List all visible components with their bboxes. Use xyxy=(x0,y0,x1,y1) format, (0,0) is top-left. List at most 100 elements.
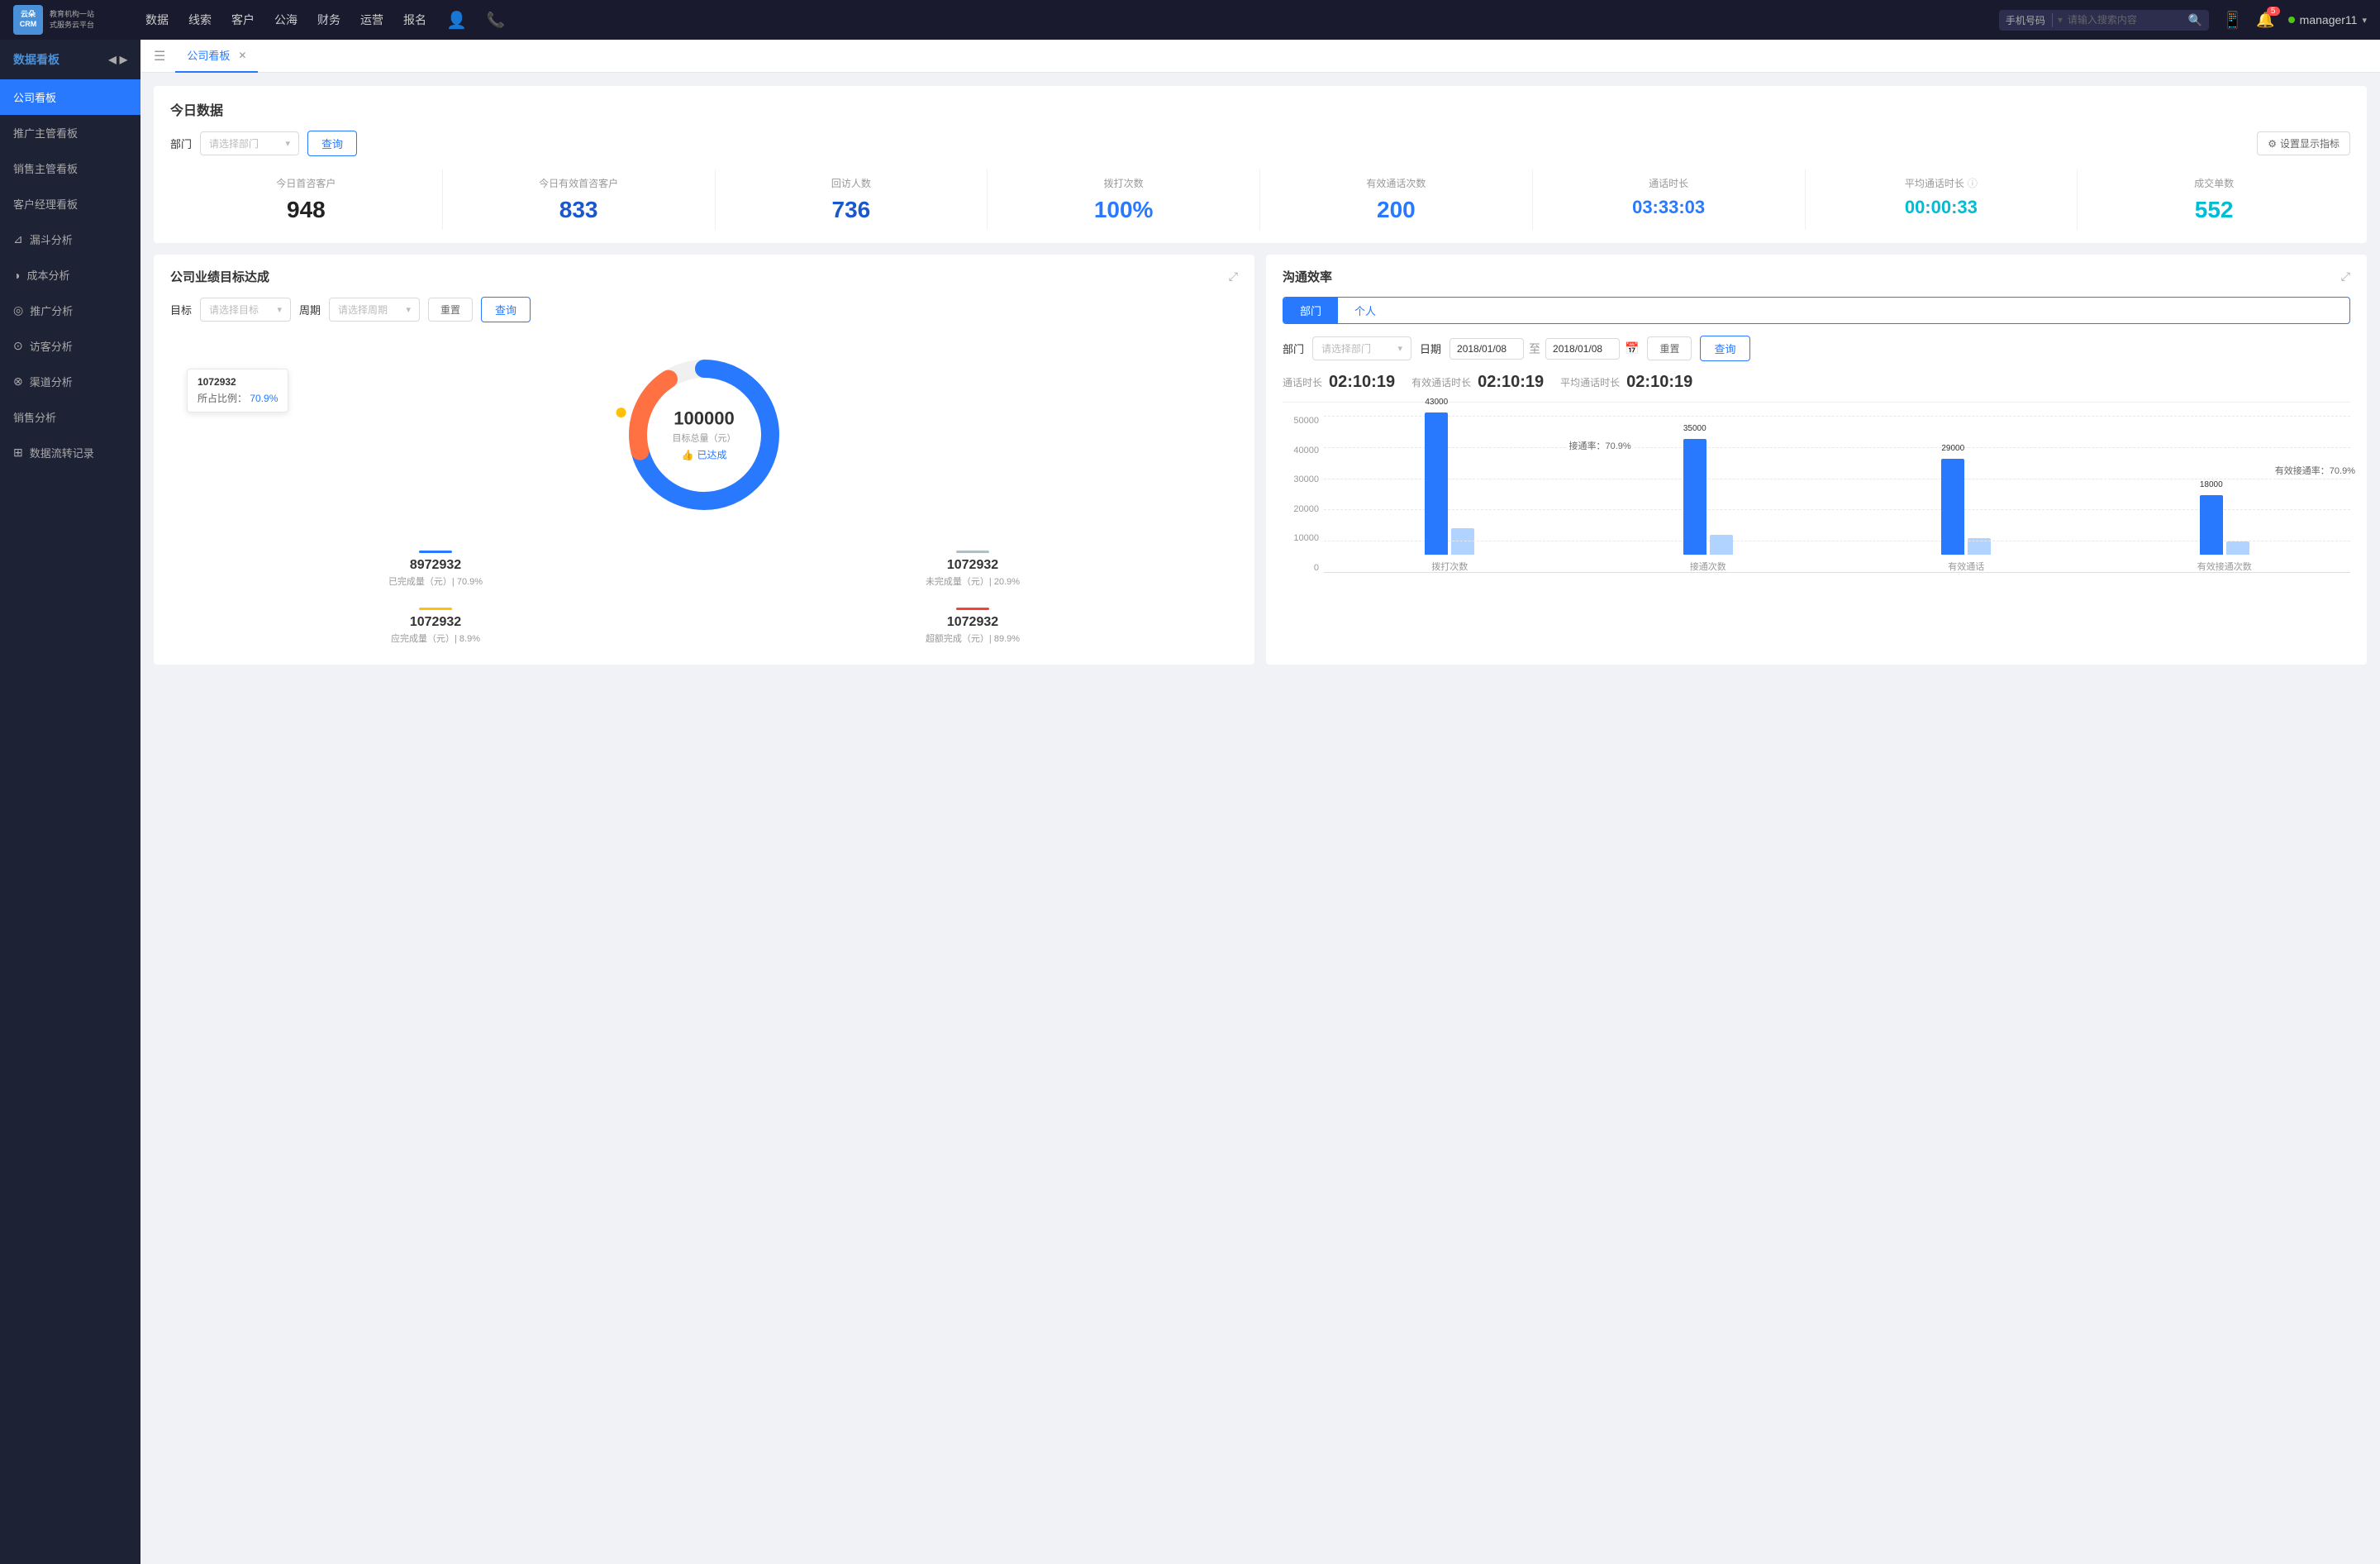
hamburger-icon[interactable]: ☰ xyxy=(154,48,165,64)
stat-label: 成交单数 xyxy=(2078,176,2350,190)
sidebar: 数据看板 ◀▶ 公司看板 推广主管看板 销售主管看板 客户经理看板 ⊿ 漏斗分析… xyxy=(0,40,140,1564)
goal-stat-exceeded: 1072932 超额完成（元）| 89.9% xyxy=(707,601,1238,651)
stat-effective-consult: 今日有效首咨客户 833 xyxy=(443,169,716,230)
y-axis: 50000 40000 30000 20000 10000 0 xyxy=(1283,416,1319,589)
sidebar-item-promotion-board[interactable]: 推广主管看板 xyxy=(0,115,140,150)
incomplete-value: 1072932 xyxy=(714,558,1231,573)
eff-query-button[interactable]: 查询 xyxy=(1700,336,1749,361)
efficiency-card: 沟通效率 ⤢ 部门 个人 部门 请选择部门 ▾ 日期 xyxy=(1266,255,2367,665)
nav-customers[interactable]: 客户 xyxy=(231,12,255,28)
bar-segment-light xyxy=(2226,541,2249,555)
period-select[interactable]: 请选择周期 ▾ xyxy=(329,298,420,322)
phone-icon[interactable]: 📞 xyxy=(487,12,505,29)
donut-wrapper: 100000 目标总量（元） 👍 已达成 xyxy=(613,344,795,526)
user-profile-icon[interactable]: 👤 xyxy=(446,10,467,31)
stat-label: 今日有效首咨客户 xyxy=(443,176,715,190)
goal-stat-incomplete: 1072932 未完成量（元）| 20.9% xyxy=(707,544,1238,594)
bar-dial-main: 43000 xyxy=(1425,412,1448,555)
bar-group-bars: 43000 xyxy=(1425,412,1474,555)
bar-chart-container: 50000 40000 30000 20000 10000 0 xyxy=(1283,416,2350,589)
target-arrow: ▾ xyxy=(277,304,282,315)
bar-group-dial: 43000 拨打次数 xyxy=(1324,412,1576,573)
eff-effective-duration: 有效通话时长 02:10:19 xyxy=(1411,373,1544,392)
logo-icon: 云朵CRM xyxy=(13,5,43,35)
eff-filter: 部门 请选择部门 ▾ 日期 至 📅 重置 查询 xyxy=(1283,336,2350,361)
page-content: 今日数据 部门 请选择部门 ▾ 查询 ⚙ 设置显示指标 xyxy=(140,73,2380,1564)
eff-dept-label: 部门 xyxy=(1283,341,1304,356)
promo-icon: ◎ xyxy=(13,303,23,317)
exceeded-bar xyxy=(956,608,989,610)
eff-tab-switcher: 部门 个人 xyxy=(1283,297,2350,324)
period-arrow: ▾ xyxy=(407,304,412,315)
tab-close-icon[interactable]: ✕ xyxy=(238,50,246,61)
sidebar-item-sales-board[interactable]: 销售主管看板 xyxy=(0,150,140,186)
stat-call-duration: 通话时长 03:33:03 xyxy=(1533,169,1806,230)
sidebar-item-promotion-analysis[interactable]: ◎ 推广分析 xyxy=(0,293,140,328)
stat-value: 736 xyxy=(716,197,988,223)
top-navigation: 云朵CRM 教育机构一站式服务云平台 数据 线索 客户 公海 财务 运营 报名 … xyxy=(0,0,2380,40)
goal-filter: 目标 请选择目标 ▾ 周期 请选择周期 ▾ 重置 查询 xyxy=(170,297,1238,322)
stat-value: 100% xyxy=(988,197,1259,223)
sidebar-item-sales-analysis[interactable]: 销售分析 xyxy=(0,399,140,435)
y-label-20000: 20000 xyxy=(1283,504,1319,514)
sidebar-item-channel[interactable]: ⊗ 渠道分析 xyxy=(0,364,140,399)
sidebar-item-customer-board[interactable]: 客户经理看板 xyxy=(0,186,140,222)
eff-dept-select[interactable]: 请选择部门 ▾ xyxy=(1312,336,1411,360)
date-separator: 至 xyxy=(1529,341,1540,357)
goal-reset-button[interactable]: 重置 xyxy=(428,298,473,322)
dept-select[interactable]: 请选择部门 ▾ xyxy=(200,131,299,155)
notification-badge: 5 xyxy=(2267,7,2280,16)
bar-segment-light xyxy=(1710,535,1733,555)
user-dropdown-icon[interactable]: ▾ xyxy=(2362,15,2367,26)
sidebar-item-company-board[interactable]: 公司看板 xyxy=(0,79,140,115)
sidebar-collapse[interactable]: ◀▶ xyxy=(109,54,127,65)
tooltip-pct-row: 所占比例： 70.9% xyxy=(198,391,278,405)
tab-bar: ☰ 公司看板 ✕ xyxy=(140,40,2380,73)
sidebar-item-label: 销售分析 xyxy=(13,409,56,425)
eff-tab-person[interactable]: 个人 xyxy=(1338,298,1392,323)
settings-indicators-button[interactable]: ⚙ 设置显示指标 xyxy=(2257,131,2350,155)
user-info[interactable]: manager11 ▾ xyxy=(2288,13,2367,26)
nav-public[interactable]: 公海 xyxy=(274,12,298,28)
target-select[interactable]: 请选择目标 ▾ xyxy=(200,298,291,322)
sidebar-item-data-flow[interactable]: ⊞ 数据流转记录 xyxy=(0,435,140,470)
today-filter: 部门 请选择部门 ▾ 查询 ⚙ 设置显示指标 xyxy=(170,131,2350,156)
stat-value: 00:00:33 xyxy=(1806,197,2078,218)
today-query-button[interactable]: 查询 xyxy=(307,131,357,156)
y-label-40000: 40000 xyxy=(1283,446,1319,455)
nav-signup[interactable]: 报名 xyxy=(403,12,426,28)
sidebar-item-label: 数据流转记录 xyxy=(30,445,94,460)
date-end-input[interactable] xyxy=(1545,338,1620,360)
dept-select-arrow: ▾ xyxy=(285,138,290,149)
eff-date-label: 日期 xyxy=(1420,341,1441,356)
nav-right: 手机号码 ▾ 🔍 📱 🔔 5 manager11 ▾ xyxy=(1999,10,2367,31)
nav-leads[interactable]: 线索 xyxy=(188,12,212,28)
eff-avg-duration: 平均通话时长 02:10:19 xyxy=(1560,373,1692,392)
nav-operations[interactable]: 运营 xyxy=(360,12,383,28)
nav-data[interactable]: 数据 xyxy=(145,12,169,28)
donut-center: 100000 目标总量（元） 👍 已达成 xyxy=(673,408,736,462)
expand-icon[interactable]: ⤢ xyxy=(1229,269,1238,284)
sidebar-item-funnel[interactable]: ⊿ 漏斗分析 xyxy=(0,222,140,257)
mobile-icon[interactable]: 📱 xyxy=(2222,10,2243,31)
calendar-icon[interactable]: 📅 xyxy=(1625,341,1639,355)
sidebar-item-label: 销售主管看板 xyxy=(13,160,78,176)
tab-company-board[interactable]: 公司看板 ✕ xyxy=(175,40,258,73)
eff-tab-dept[interactable]: 部门 xyxy=(1283,298,1338,323)
eff-reset-button[interactable]: 重置 xyxy=(1647,336,1692,360)
connect-rate-annotation: 接通率：70.9% xyxy=(1566,437,1635,454)
flow-icon: ⊞ xyxy=(13,446,23,460)
bar-label-29000: 29000 xyxy=(1941,444,1964,453)
search-icon[interactable]: 🔍 xyxy=(2188,13,2202,27)
date-start-input[interactable] xyxy=(1449,338,1524,360)
sidebar-item-cost[interactable]: ◑ 成本分析 xyxy=(0,257,140,293)
search-input[interactable] xyxy=(2068,14,2183,26)
eff-expand-icon[interactable]: ⤢ xyxy=(2341,269,2350,284)
goal-query-button[interactable]: 查询 xyxy=(481,297,531,322)
sidebar-item-visitor[interactable]: ⊙ 访客分析 xyxy=(0,328,140,364)
y-label-30000: 30000 xyxy=(1283,474,1319,484)
search-type-selector[interactable]: 手机号码 xyxy=(2006,13,2053,27)
content-area: ☰ 公司看板 ✕ 今日数据 部门 请选择部门 ▾ 查询 xyxy=(140,40,2380,1564)
nav-finance[interactable]: 财务 xyxy=(317,12,340,28)
notification-bell[interactable]: 🔔 5 xyxy=(2256,12,2274,29)
